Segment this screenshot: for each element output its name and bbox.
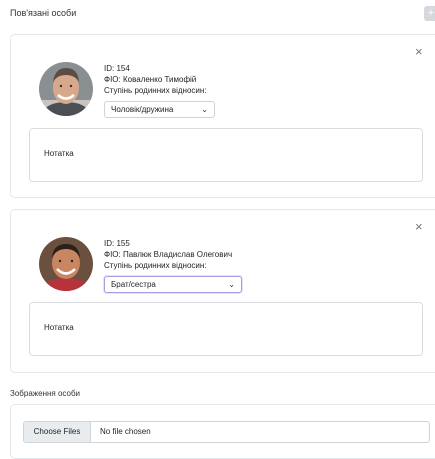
related-persons-title: Пов'язані особи bbox=[10, 8, 77, 18]
add-person-button[interactable]: + bbox=[424, 6, 435, 21]
relation-label: Ступінь родинних відносин: bbox=[104, 261, 207, 270]
file-upload-container: Choose Files No file chosen bbox=[10, 404, 435, 459]
relation-select[interactable]: Брат/сестра ⌄ bbox=[104, 276, 242, 293]
person-card: × ID: 154 ФІО: Коваленко Тимофій Ступінь… bbox=[10, 34, 435, 198]
chevron-down-icon: ⌄ bbox=[201, 105, 208, 114]
relation-select-value: Чоловік/дружина bbox=[111, 105, 174, 114]
person-info: ID: 155 ФІО: Павлюк Владислав Олегович С… bbox=[104, 238, 232, 271]
person-image-label: Зображення особи bbox=[10, 389, 80, 398]
close-icon[interactable]: × bbox=[415, 45, 423, 58]
chevron-down-icon: ⌄ bbox=[228, 280, 235, 289]
relation-select-value: Брат/сестра bbox=[111, 280, 156, 289]
file-input[interactable]: Choose Files No file chosen bbox=[23, 421, 430, 443]
note-field[interactable]: Нотатка bbox=[29, 302, 423, 356]
close-icon[interactable]: × bbox=[415, 220, 423, 233]
file-status: No file chosen bbox=[100, 427, 151, 436]
avatar bbox=[39, 237, 93, 291]
relation-label: Ступінь родинних відносин: bbox=[104, 86, 207, 95]
relation-select[interactable]: Чоловік/дружина ⌄ bbox=[104, 101, 215, 118]
person-info: ID: 154 ФІО: Коваленко Тимофій Ступінь р… bbox=[104, 63, 207, 96]
note-field[interactable]: Нотатка bbox=[29, 128, 423, 182]
person-id: ID: 155 bbox=[104, 239, 130, 248]
avatar bbox=[39, 62, 93, 116]
person-name: ФІО: Коваленко Тимофій bbox=[104, 75, 197, 84]
person-card: × ID: 155 ФІО: Павлюк Владислав Олегович… bbox=[10, 209, 435, 373]
person-id: ID: 154 bbox=[104, 64, 130, 73]
choose-files-button[interactable]: Choose Files bbox=[24, 422, 91, 442]
person-name: ФІО: Павлюк Владислав Олегович bbox=[104, 250, 233, 259]
